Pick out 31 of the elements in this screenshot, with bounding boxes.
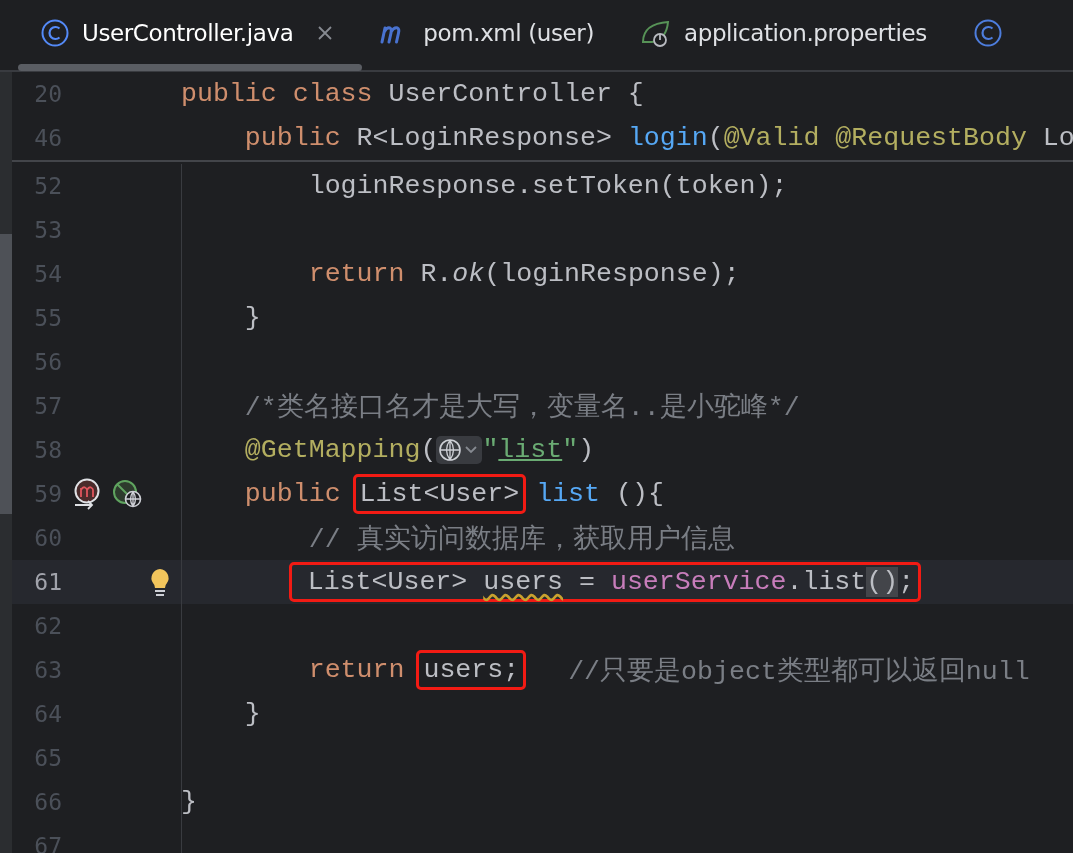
- class-icon: [972, 18, 1003, 48]
- globe-dropdown-icon[interactable]: [436, 436, 483, 464]
- tab[interactable]: application.properties: [640, 3, 973, 63]
- code-text: }: [244, 699, 261, 729]
- code-text: public class UserController {: [181, 79, 644, 109]
- code-text: public R<LoginResponse> login(@Valid @RequestBody Lo: [244, 123, 1073, 153]
- close-icon[interactable]: [317, 25, 334, 41]
- code-text: users;: [423, 655, 520, 685]
- leaf-globe-icon: [112, 479, 144, 509]
- line-number: 61: [33, 569, 62, 595]
- code-text: //只要是object类型都可以返回null: [568, 655, 1030, 688]
- code-text: }: [181, 787, 197, 817]
- code-text: list (){: [536, 479, 664, 509]
- scrollbar-thumb[interactable]: [18, 64, 362, 71]
- code-text: List<User> users = userService.list();: [307, 567, 915, 597]
- code-text: /*类名接口名才是大写，变量名..是小驼峰*/: [244, 391, 800, 424]
- code-text: loginResponse.setToken(token);: [308, 171, 788, 201]
- leaf-power-icon: [640, 18, 672, 48]
- tab[interactable]: UserController.java: [40, 3, 380, 63]
- code-text: @GetMapping(: [244, 435, 437, 465]
- code-text: List<User>: [359, 479, 520, 509]
- code-text: }: [244, 303, 261, 333]
- lightbulb-icon[interactable]: [149, 567, 171, 597]
- code-text: return R.ok(loginResponse);: [308, 259, 740, 289]
- code-text: public: [244, 479, 341, 509]
- code-text: // 真实访问数据库，获取用户信息: [308, 523, 735, 556]
- class-icon: [40, 18, 70, 48]
- code-text: "list"): [482, 435, 595, 465]
- tab[interactable]: pom.xml (user): [379, 3, 640, 63]
- scrollbar-thumb[interactable]: [0, 234, 12, 514]
- code-text: return: [308, 655, 405, 685]
